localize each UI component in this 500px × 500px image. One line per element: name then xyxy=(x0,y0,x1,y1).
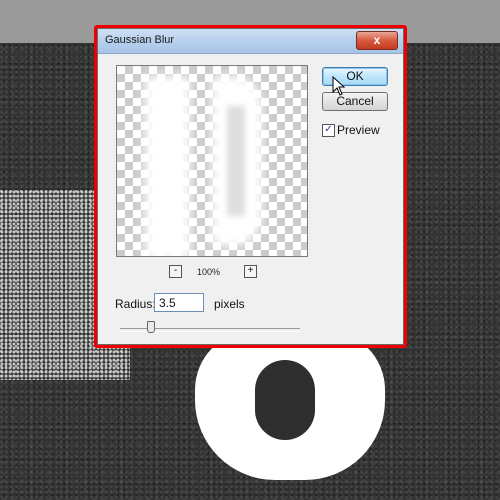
preview-label: Preview xyxy=(337,123,380,137)
checkmark-icon: ✓ xyxy=(324,124,333,135)
radius-label: Radius: xyxy=(115,297,156,311)
zoom-in-button[interactable]: + xyxy=(244,265,257,278)
zoom-level: 100% xyxy=(197,267,221,277)
minus-icon: - xyxy=(173,265,178,276)
dialog-title: Gaussian Blur xyxy=(105,34,175,46)
highlight-frame: Gaussian Blur x - 100% + OK Cancel ✓ Pre… xyxy=(94,25,407,348)
zoom-out-button[interactable]: - xyxy=(169,265,182,278)
radius-input[interactable] xyxy=(154,293,204,312)
close-button[interactable]: x xyxy=(356,31,398,50)
plus-icon: + xyxy=(247,265,254,276)
close-icon: x xyxy=(373,33,381,47)
radius-units: pixels xyxy=(214,297,245,311)
dialog-titlebar[interactable]: Gaussian Blur x xyxy=(98,29,403,54)
preview-checkbox[interactable]: ✓ xyxy=(322,124,335,137)
canvas-glyph-counter xyxy=(255,360,315,440)
preview-blurred-letter-left xyxy=(145,76,190,256)
radius-slider-thumb[interactable] xyxy=(147,321,155,333)
preview-pane[interactable] xyxy=(116,65,308,257)
preview-letter-hole xyxy=(227,106,245,216)
gaussian-blur-dialog: Gaussian Blur x - 100% + OK Cancel ✓ Pre… xyxy=(97,28,404,345)
